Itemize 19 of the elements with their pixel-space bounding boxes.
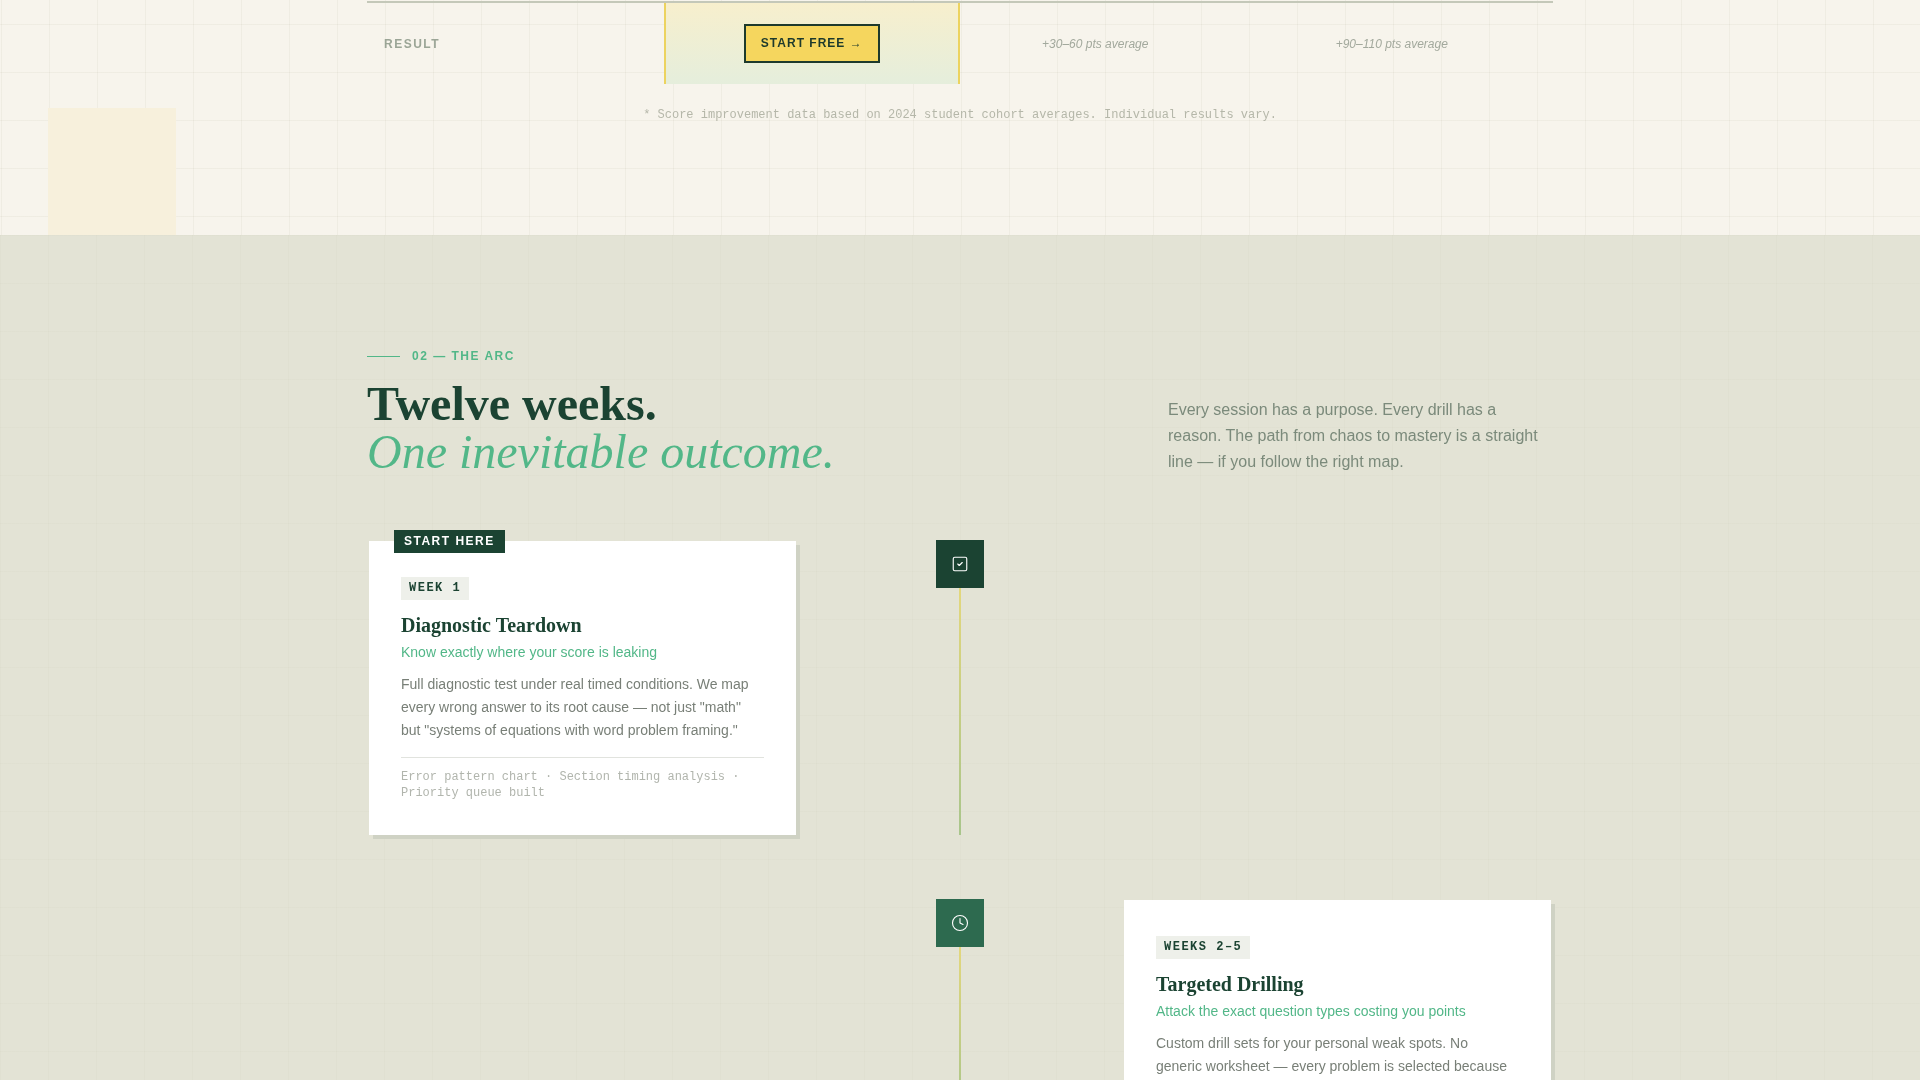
card-subtitle: Attack the exact question types costing you points bbox=[1156, 1002, 1467, 1021]
week-badge: WEEK 1 bbox=[401, 577, 470, 600]
start-here-tag: START HERE bbox=[394, 530, 505, 553]
section-title: Twelve weeks. bbox=[367, 380, 658, 428]
section-title-accent: One inevitable outcome. bbox=[367, 428, 835, 476]
start-free-button[interactable]: START FREE → bbox=[743, 24, 880, 63]
footnote: * Score improvement data based on 2024 student cohort averages. Individual results vary. bbox=[642, 107, 1278, 123]
card-description: Full diagnostic test under real timed conditions. We map every wrong answer to its root cause — not just "math" but "systems of equations with word problem framing." bbox=[401, 675, 750, 740]
card-title: Diagnostic Teardown bbox=[401, 613, 583, 639]
week-badge: WEEKS 2–5 bbox=[1156, 936, 1251, 959]
deliverables-list: Error pattern chart · Section timing analysis · Priority queue built bbox=[401, 769, 764, 801]
section-intro: Every session has a purpose. Every drill has a reason. The path from chaos to mastery is a straight line — if you follow the right map. bbox=[1168, 400, 1539, 472]
card-subtitle: Know exactly where your score is leaking bbox=[401, 643, 658, 662]
card-description: Custom drill sets for your personal weak spots. No generic worksheet — every problem is selected because bbox=[1156, 1034, 1508, 1076]
table-cell-text: +30–60 pts average bbox=[1041, 35, 1150, 53]
table-cell-text: +90–110 pts average bbox=[1334, 35, 1449, 53]
section-eyebrow: 02 — THE ARC bbox=[412, 348, 515, 364]
row-label: RESULT bbox=[384, 35, 441, 53]
card-title: Targeted Drilling bbox=[1156, 972, 1305, 998]
